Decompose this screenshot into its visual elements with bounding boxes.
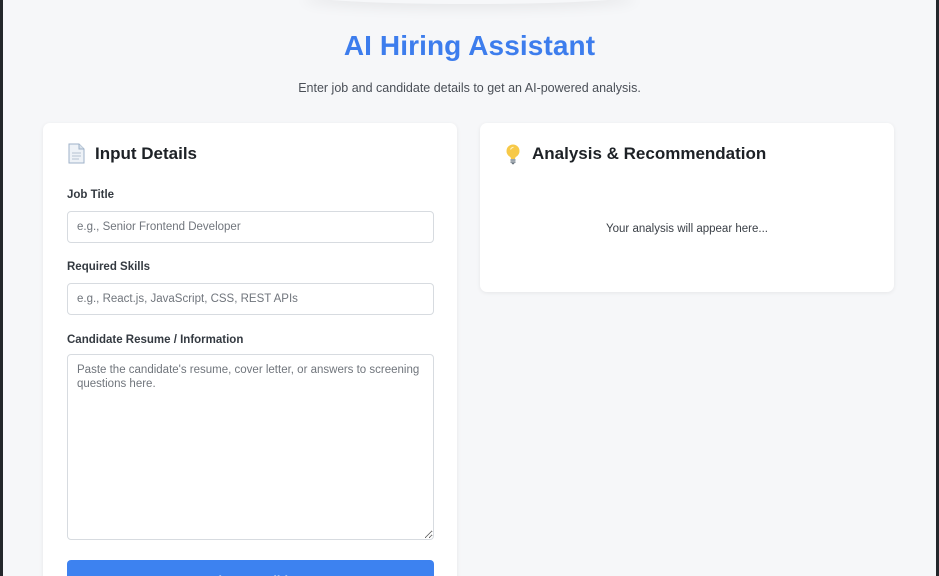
candidate-info-label: Candidate Resume / Information (67, 334, 244, 346)
job-title-input[interactable] (67, 211, 434, 243)
page-title: AI Hiring Assistant (343, 30, 596, 61)
analyze-candidate-button[interactable]: Analyze Candidate (67, 560, 434, 576)
analysis-heading-text: Analysis & Recommendation (532, 144, 767, 163)
top-shadow-decoration (303, 0, 636, 4)
required-skills-label: Required Skills (67, 261, 151, 273)
input-details-heading-text: Input Details (95, 144, 198, 163)
analysis-placeholder-text: Your analysis will appear here... (606, 223, 768, 235)
page-subtitle: Enter job and candidate details to get a… (298, 81, 641, 95)
analysis-heading: Analysis & Recommendation (504, 143, 766, 165)
candidate-info-textarea[interactable] (67, 354, 434, 540)
lightbulb-icon (504, 143, 524, 165)
input-details-card: Input Details Job Title Required Skills … (43, 123, 457, 576)
app-window: AI Hiring Assistant Enter job and candid… (3, 0, 936, 576)
analysis-card: Analysis & Recommendation Your analysis … (480, 123, 894, 292)
required-skills-input[interactable] (67, 283, 434, 315)
input-details-heading: Input Details (67, 143, 197, 165)
job-title-label: Job Title (67, 189, 115, 201)
document-icon (67, 143, 87, 165)
